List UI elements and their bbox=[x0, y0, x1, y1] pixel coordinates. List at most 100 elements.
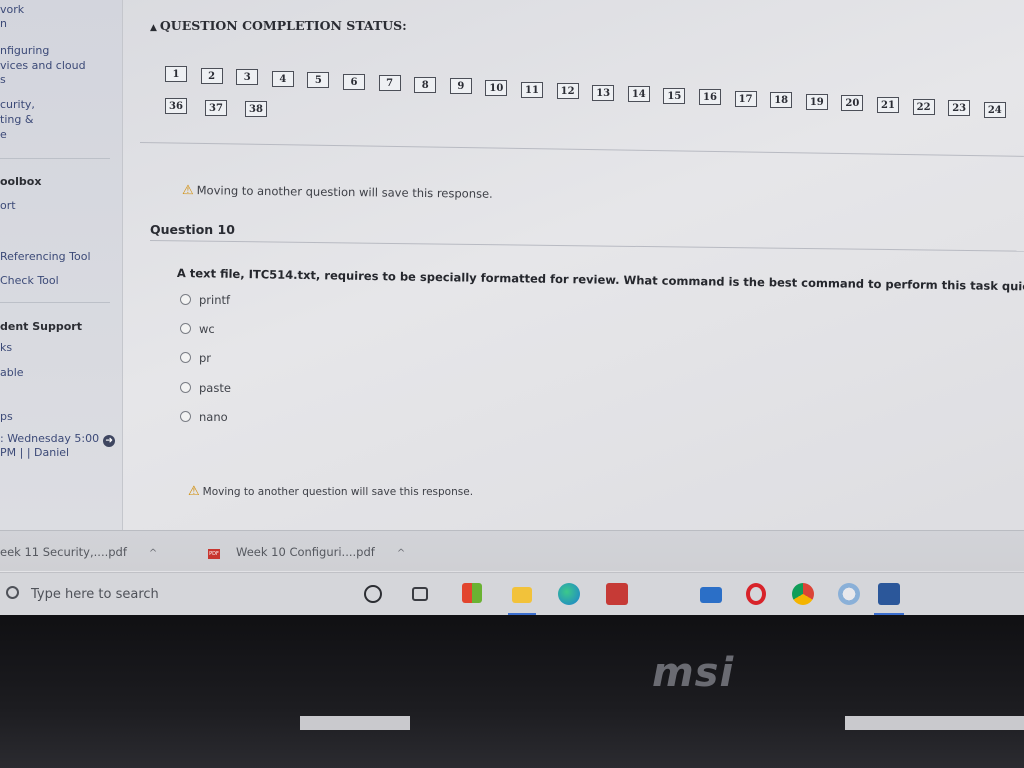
edge-icon[interactable] bbox=[558, 583, 580, 605]
sidebar-item[interactable]: ps bbox=[0, 410, 13, 424]
question-nav-6[interactable]: 6 bbox=[343, 73, 365, 90]
answer-option[interactable]: paste bbox=[180, 381, 231, 395]
paint-icon[interactable] bbox=[838, 583, 860, 605]
status-title-text: QUESTION COMPLETION STATUS: bbox=[159, 18, 407, 33]
question-nav-3[interactable]: 3 bbox=[236, 69, 259, 86]
sidebar-item[interactable]: ort bbox=[0, 199, 16, 213]
sidebar-item[interactable]: ting & bbox=[0, 113, 33, 127]
question-nav-36[interactable]: 36 bbox=[165, 98, 187, 114]
question-nav-19[interactable]: 19 bbox=[805, 93, 828, 110]
radio-button[interactable] bbox=[180, 323, 191, 334]
question-nav-38[interactable]: 38 bbox=[245, 101, 267, 117]
search-placeholder: Type here to search bbox=[31, 587, 159, 602]
answer-option[interactable]: pr bbox=[180, 351, 211, 365]
warning-text: Moving to another question will save thi… bbox=[196, 183, 493, 201]
cortana-icon[interactable] bbox=[364, 585, 382, 603]
download-item[interactable]: PDF Week 10 Configuri....pdf ^ bbox=[208, 545, 405, 559]
sidebar-item[interactable]: s bbox=[0, 73, 6, 87]
sidebar-item[interactable]: able bbox=[0, 366, 24, 380]
laptop-bezel bbox=[0, 615, 1024, 768]
sidebar-item[interactable]: e bbox=[0, 128, 7, 142]
question-nav-21[interactable]: 21 bbox=[877, 97, 899, 113]
question-nav-8[interactable]: 8 bbox=[414, 76, 437, 93]
question-nav-12[interactable]: 12 bbox=[556, 83, 579, 100]
question-nav-13[interactable]: 13 bbox=[592, 84, 615, 101]
file-explorer-icon[interactable] bbox=[512, 587, 532, 603]
question-nav-17[interactable]: 17 bbox=[734, 90, 757, 107]
question-nav-23[interactable]: 23 bbox=[948, 100, 971, 117]
radio-button[interactable] bbox=[180, 294, 191, 305]
question-nav-1[interactable]: 1 bbox=[165, 66, 187, 82]
taskbar-search[interactable]: Type here to search bbox=[0, 573, 190, 615]
question-nav-24[interactable]: 24 bbox=[983, 101, 1006, 118]
chrome-icon[interactable] bbox=[792, 583, 814, 605]
question-nav-18[interactable]: 18 bbox=[770, 92, 793, 109]
chevron-up-icon[interactable]: ^ bbox=[149, 548, 157, 559]
browser-screen: vork n nfiguring vices and cloud s curit… bbox=[0, 0, 1024, 615]
sidebar-item[interactable]: ks bbox=[0, 341, 12, 355]
sidebar-event[interactable]: : Wednesday 5:00 ➜ bbox=[0, 432, 116, 447]
option-label: printf bbox=[199, 293, 231, 307]
app-red-icon[interactable] bbox=[606, 583, 628, 605]
pdf-file-icon: PDF bbox=[208, 549, 220, 559]
answer-option[interactable]: wc bbox=[180, 322, 215, 336]
sidebar-event-detail: PM | | Daniel bbox=[0, 446, 70, 459]
question-nav-20[interactable]: 20 bbox=[841, 95, 864, 112]
question-nav-15[interactable]: 15 bbox=[663, 87, 686, 104]
sidebar-item[interactable]: nfiguring bbox=[0, 44, 49, 58]
sidebar-support-header: dent Support bbox=[0, 320, 82, 333]
option-label: nano bbox=[199, 410, 228, 424]
radio-button[interactable] bbox=[180, 411, 191, 422]
answer-option[interactable]: nano bbox=[180, 410, 228, 424]
sidebar-item[interactable]: vork bbox=[0, 3, 24, 17]
question-nav-11[interactable]: 11 bbox=[521, 81, 543, 98]
option-label: pr bbox=[199, 351, 212, 365]
downloads-bar: eek 11 Security,....pdf ^ PDF Week 10 Conf… bbox=[0, 530, 1024, 571]
arrow-right-icon[interactable]: ➜ bbox=[103, 435, 116, 447]
question-nav-9[interactable]: 9 bbox=[449, 78, 472, 95]
collapse-caret-icon[interactable]: ▲ bbox=[150, 23, 157, 33]
question-nav-22[interactable]: 22 bbox=[912, 98, 935, 115]
download-filename: eek 11 Security,....pdf bbox=[0, 545, 127, 559]
brand-logo: msi bbox=[652, 650, 735, 696]
question-nav-7[interactable]: 7 bbox=[378, 75, 401, 92]
hinge-reflection bbox=[300, 716, 410, 730]
sidebar-item[interactable]: curity, bbox=[0, 98, 35, 112]
radio-button[interactable] bbox=[180, 382, 191, 393]
question-nav-5[interactable]: 5 bbox=[307, 72, 330, 89]
sidebar-item-referencing-tool[interactable]: Referencing Tool bbox=[0, 250, 91, 264]
hinge-reflection bbox=[845, 716, 1024, 730]
sidebar-item-check-tool[interactable]: Check Tool bbox=[0, 274, 59, 288]
sidebar-item[interactable]: vices and cloud bbox=[0, 59, 86, 73]
radio-button[interactable] bbox=[180, 352, 191, 363]
save-warning-bottom: ⚠ Moving to another question will save th… bbox=[188, 484, 473, 499]
windows-taskbar: Type here to search bbox=[0, 572, 1024, 615]
word-icon[interactable] bbox=[878, 583, 900, 605]
sidebar-toolbox-header: oolbox bbox=[0, 175, 42, 188]
completion-status-title[interactable]: ▲ QUESTION COMPLETION STATUS: bbox=[150, 18, 407, 33]
course-sidebar: vork n nfiguring vices and cloud s curit… bbox=[0, 0, 123, 530]
question-nav-4[interactable]: 4 bbox=[271, 70, 294, 87]
question-nav-10[interactable]: 10 bbox=[485, 79, 508, 96]
warning-icon: ⚠ bbox=[188, 484, 200, 499]
task-view-icon[interactable] bbox=[412, 587, 428, 601]
opera-icon[interactable] bbox=[746, 583, 766, 605]
sidebar-item[interactable]: n bbox=[0, 17, 7, 31]
sidebar-divider bbox=[0, 302, 110, 303]
question-text: A text file, ITC514.txt, requires to be … bbox=[176, 266, 1024, 294]
section-divider bbox=[139, 142, 1024, 157]
question-nav-14[interactable]: 14 bbox=[627, 86, 650, 103]
warning-text: Moving to another question will save thi… bbox=[202, 486, 474, 498]
question-nav-16[interactable]: 16 bbox=[699, 89, 721, 106]
question-divider bbox=[149, 240, 1024, 252]
question-nav-37[interactable]: 37 bbox=[205, 99, 227, 116]
event-text: : Wednesday 5:00 bbox=[0, 432, 100, 445]
download-filename: Week 10 Configuri....pdf bbox=[236, 545, 375, 559]
chevron-up-icon[interactable]: ^ bbox=[397, 548, 405, 559]
option-label: paste bbox=[199, 381, 231, 395]
download-item[interactable]: eek 11 Security,....pdf ^ bbox=[0, 545, 157, 559]
question-nav-2[interactable]: 2 bbox=[200, 67, 223, 84]
mail-icon[interactable] bbox=[700, 587, 722, 603]
store-icon[interactable] bbox=[462, 583, 482, 603]
answer-option[interactable]: printf bbox=[180, 293, 230, 307]
